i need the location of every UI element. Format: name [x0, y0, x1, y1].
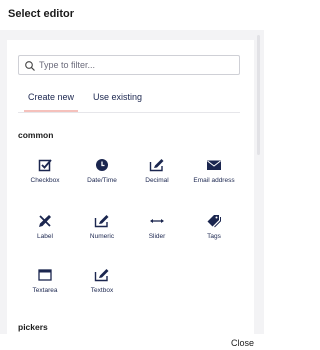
section-title-common: common	[18, 130, 54, 140]
editor-label: Checkbox	[30, 177, 60, 184]
editor-label: Label	[37, 233, 53, 240]
horizontal-arrows-icon	[150, 219, 164, 223]
editor-label: Slider	[148, 233, 166, 240]
editor-numeric[interactable]: Numeric	[74, 214, 130, 240]
editor-label-type[interactable]: Label	[17, 214, 73, 240]
tab-bar: Create new Use existing	[18, 92, 240, 113]
filter-input[interactable]	[36, 58, 239, 72]
editor-slider[interactable]: Slider	[129, 214, 185, 240]
editor-picker-card: Create new Use existing common Checkbox …	[7, 40, 254, 340]
checkbox-icon	[38, 159, 52, 172]
tab-create-new[interactable]: Create new	[23, 92, 79, 112]
dialog-title: Select editor	[8, 8, 75, 20]
editor-label: Textbox	[90, 287, 114, 294]
pen-cross-icon	[39, 215, 51, 227]
edit-icon	[149, 159, 164, 172]
editor-date-time[interactable]: Date/Time	[74, 158, 130, 184]
tags-icon	[207, 215, 221, 228]
editor-label: Email address	[193, 177, 235, 184]
clock-icon	[96, 159, 108, 171]
editor-label: Textarea	[32, 287, 58, 294]
editor-label: Date/Time	[87, 177, 117, 184]
editor-label: Decimal	[145, 177, 169, 184]
edit-icon	[94, 215, 109, 228]
envelope-icon	[207, 160, 221, 170]
tab-use-existing[interactable]: Use existing	[93, 92, 142, 111]
window-icon	[38, 269, 52, 281]
editor-picker-panel: Create new Use existing common Checkbox …	[0, 30, 264, 340]
editor-checkbox[interactable]: Checkbox	[17, 158, 73, 184]
close-button[interactable]: Close	[231, 338, 254, 348]
editor-tags[interactable]: Tags	[186, 214, 242, 240]
filter-box[interactable]	[18, 55, 240, 75]
editor-label: Numeric	[89, 233, 115, 240]
section-title-pickers: pickers	[18, 322, 48, 332]
editor-email-address[interactable]: Email address	[186, 158, 242, 184]
editor-textbox[interactable]: Textbox	[74, 268, 130, 294]
editor-label: Tags	[207, 233, 221, 240]
scrollbar[interactable]	[257, 35, 260, 155]
editor-textarea[interactable]: Textarea	[17, 268, 73, 294]
edit-icon	[94, 269, 109, 282]
editor-decimal[interactable]: Decimal	[129, 158, 185, 184]
search-icon	[24, 59, 36, 71]
